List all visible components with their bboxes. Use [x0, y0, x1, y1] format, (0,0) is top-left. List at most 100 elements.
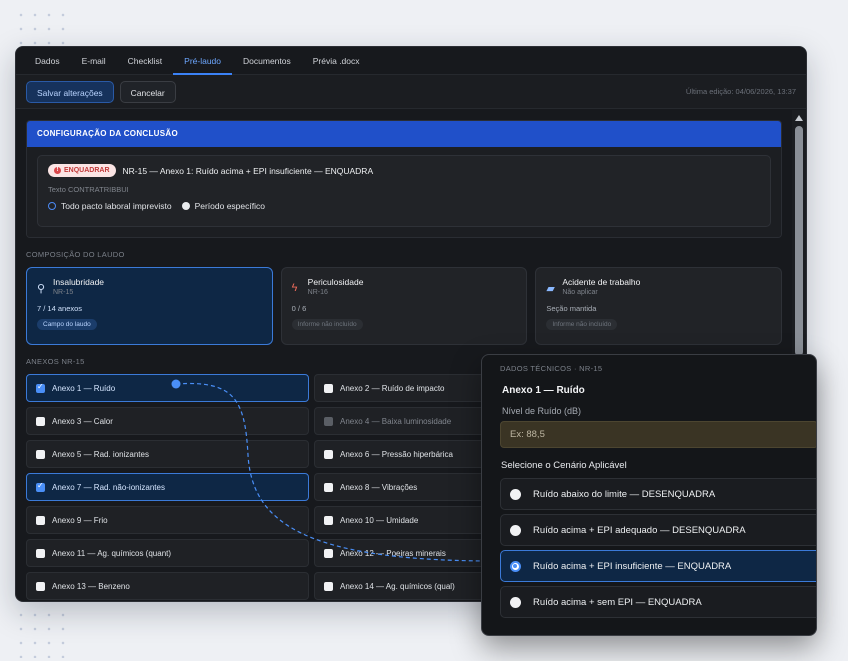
anexo-item[interactable]: Anexo 3 — Calor — [26, 407, 309, 435]
checkbox-icon[interactable] — [324, 449, 333, 459]
popover-title: Anexo 1 — Ruído — [502, 385, 585, 396]
noise-level-input[interactable]: Ex: 88,5 — [500, 421, 816, 448]
radio-label: Todo pacto laboral imprevisto — [61, 201, 172, 211]
radio-label: Período específico — [194, 201, 265, 211]
checkbox-icon[interactable] — [324, 416, 333, 426]
scenario-label: Selecione o Cenário Aplicável — [501, 460, 627, 471]
checkbox-checked-icon[interactable] — [36, 481, 45, 492]
checkbox-icon[interactable] — [36, 581, 45, 591]
checkbox-icon[interactable] — [36, 548, 45, 558]
toolbar: Salvar alterações Cancelar Última edição… — [16, 75, 806, 109]
scroll-up-icon[interactable] — [795, 115, 803, 121]
technical-data-popover: DADOS TÉCNICOS · NR-15 Anexo 1 — Ruído N… — [481, 354, 817, 636]
card-tag: Informe não incluído — [291, 319, 363, 330]
radio-icon[interactable] — [510, 596, 521, 608]
card-meta: 7 / 14 anexos — [37, 304, 83, 313]
checkbox-icon[interactable] — [36, 416, 45, 426]
section-title-composicao: COMPOSIÇÃO DO LAUDO — [26, 250, 125, 259]
anexo-item[interactable]: Anexo 13 — Benzeno — [26, 572, 309, 600]
radio-periodo-especifico[interactable]: Período específico — [181, 201, 265, 211]
tab-dados[interactable]: Dados — [24, 47, 71, 75]
status-badge: ! ENQUADRAR — [48, 164, 116, 177]
checkbox-icon[interactable] — [324, 581, 333, 591]
scenario-label-text: Ruído abaixo do limite — DESENQUADRA — [533, 488, 716, 500]
checkbox-icon[interactable] — [36, 449, 45, 459]
scenario-option[interactable]: Ruído acima + EPI insuficiente — ENQUADR… — [500, 550, 816, 582]
anexo-label: Anexo 2 — Ruído de impacto — [340, 383, 445, 393]
bandage-icon: ▰ — [546, 283, 555, 295]
scenario-option[interactable]: Ruído abaixo do limite — DESENQUADRA — [500, 478, 816, 510]
anexo-label: Anexo 7 — Rad. não-ionizantes — [52, 482, 165, 492]
last-edit-timestamp: Última edição: 04/06/2026, 13:37 — [685, 87, 796, 96]
radio-icon[interactable] — [510, 488, 521, 500]
tab-email[interactable]: E-mail — [71, 47, 117, 75]
search-icon: ⚲ — [37, 283, 46, 295]
tab-checklist[interactable]: Checklist — [117, 47, 173, 75]
card-acidente-trabalho[interactable]: ▰ Acidente de trabalho Não aplicar Seção… — [535, 267, 783, 345]
scenario-option[interactable]: Ruído acima + EPI adequado — DESENQUADRA — [500, 514, 816, 546]
alert-icon: ! — [54, 167, 61, 174]
tab-previa-docx[interactable]: Prévia .docx — [302, 47, 371, 75]
card-tag: Campo do laudo — [37, 319, 97, 330]
checkbox-icon[interactable] — [324, 482, 333, 492]
status-badge-label: ENQUADRAR — [64, 167, 110, 174]
card-subtitle: Não aplicar — [562, 289, 598, 296]
card-title: Periculosidade — [307, 277, 364, 287]
scenario-options: Ruído abaixo do limite — DESENQUADRA Ruíd… — [482, 478, 816, 618]
card-insalubridade[interactable]: ⚲ Insalubridade NR-15 7 / 14 anexos Camp… — [26, 267, 273, 345]
anexo-label: Anexo 12 — Poeiras minerais — [340, 548, 446, 558]
bolt-icon: ϟ — [291, 282, 298, 294]
card-title: Acidente de trabalho — [562, 277, 641, 287]
radio-pacto-laboral[interactable]: Todo pacto laboral imprevisto — [48, 201, 172, 211]
anexo-item[interactable]: Anexo 7 — Rad. não-ionizantes — [26, 473, 309, 501]
checkbox-icon[interactable] — [324, 515, 333, 525]
noise-level-label: Nível de Ruído (dB) — [502, 406, 582, 416]
config-body: ! ENQUADRAR NR-15 — Anexo 1: Ruído acima… — [27, 147, 781, 237]
scenario-label-text: Ruído acima + sem EPI — ENQUADRA — [533, 596, 702, 608]
decor-dots — [14, 608, 74, 658]
checkbox-icon[interactable] — [324, 383, 333, 393]
anexo-item[interactable]: Anexo 9 — Frio — [26, 506, 309, 534]
anexo-label: Anexo 8 — Vibrações — [340, 482, 418, 492]
anexo-label: Anexo 13 — Benzeno — [52, 581, 130, 591]
anexo-item[interactable]: Anexo 1 — Ruído — [26, 374, 309, 402]
tab-documentos[interactable]: Documentos — [232, 47, 302, 75]
scenario-label-text: Ruído acima + EPI adequado — DESENQUADRA — [533, 524, 746, 536]
checkbox-checked-icon[interactable] — [36, 382, 45, 393]
config-header: CONFIGURAÇÃO DA CONCLUSÃO — [27, 121, 781, 147]
anexo-label: Anexo 1 — Ruído — [52, 383, 116, 393]
card-title: Insalubridade — [53, 277, 105, 287]
radio-selected-icon[interactable] — [510, 560, 521, 572]
card-meta: 0 / 6 — [291, 304, 307, 313]
anexo-item[interactable]: Anexo 5 — Rad. ionizantes — [26, 440, 309, 468]
tab-pre-laudo[interactable]: Pré-laudo — [173, 47, 233, 75]
card-subtitle: NR-15 — [53, 289, 74, 296]
cancel-button[interactable]: Cancelar — [119, 80, 176, 103]
card-subtitle: NR-16 — [307, 289, 328, 296]
save-button[interactable]: Salvar alterações — [26, 80, 114, 103]
anexo-label: Anexo 11 — Ag. químicos (quant) — [52, 548, 172, 558]
conclusion-box: ! ENQUADRAR NR-15 — Anexo 1: Ruído acima… — [37, 155, 771, 227]
card-periculosidade[interactable]: ϟ Periculosidade NR-16 0 / 6 Informe não… — [280, 267, 528, 345]
tab-bar: Dados E-mail Checklist Pré-laudo Documen… — [16, 47, 806, 75]
scenario-label-text: Ruído acima + EPI insuficiente — ENQUADR… — [533, 560, 732, 572]
checkbox-icon[interactable] — [324, 548, 333, 558]
anexo-label: Anexo 3 — Calor — [52, 416, 113, 426]
anexo-label: Anexo 10 — Umidade — [340, 515, 419, 525]
decor-dots — [14, 8, 74, 48]
composicao-cards: ⚲ Insalubridade NR-15 7 / 14 anexos Camp… — [26, 267, 783, 345]
anexo-label: Anexo 14 — Ag. químicos (qual) — [340, 581, 455, 591]
anexo-label: Anexo 6 — Pressão hiperbárica — [340, 449, 453, 459]
radio-ring-icon — [48, 202, 56, 210]
anexo-label: Anexo 4 — Baixa luminosidade — [340, 416, 452, 426]
scenario-option[interactable]: Ruído acima + sem EPI — ENQUADRA — [500, 586, 816, 618]
scroll-thumb[interactable] — [795, 126, 803, 356]
checkbox-icon[interactable] — [36, 515, 45, 525]
radio-icon[interactable] — [510, 524, 521, 536]
card-tag: Informe não incluído — [546, 319, 618, 330]
anexo-item[interactable]: Anexo 11 — Ag. químicos (quant) — [26, 539, 309, 567]
card-meta: Seção mantida — [546, 304, 597, 313]
anexo-label: Anexo 9 — Frio — [52, 515, 108, 525]
config-panel: CONFIGURAÇÃO DA CONCLUSÃO ! ENQUADRAR NR… — [26, 120, 782, 238]
texto-label: Texto CONTRATRIBBUI — [48, 185, 129, 194]
